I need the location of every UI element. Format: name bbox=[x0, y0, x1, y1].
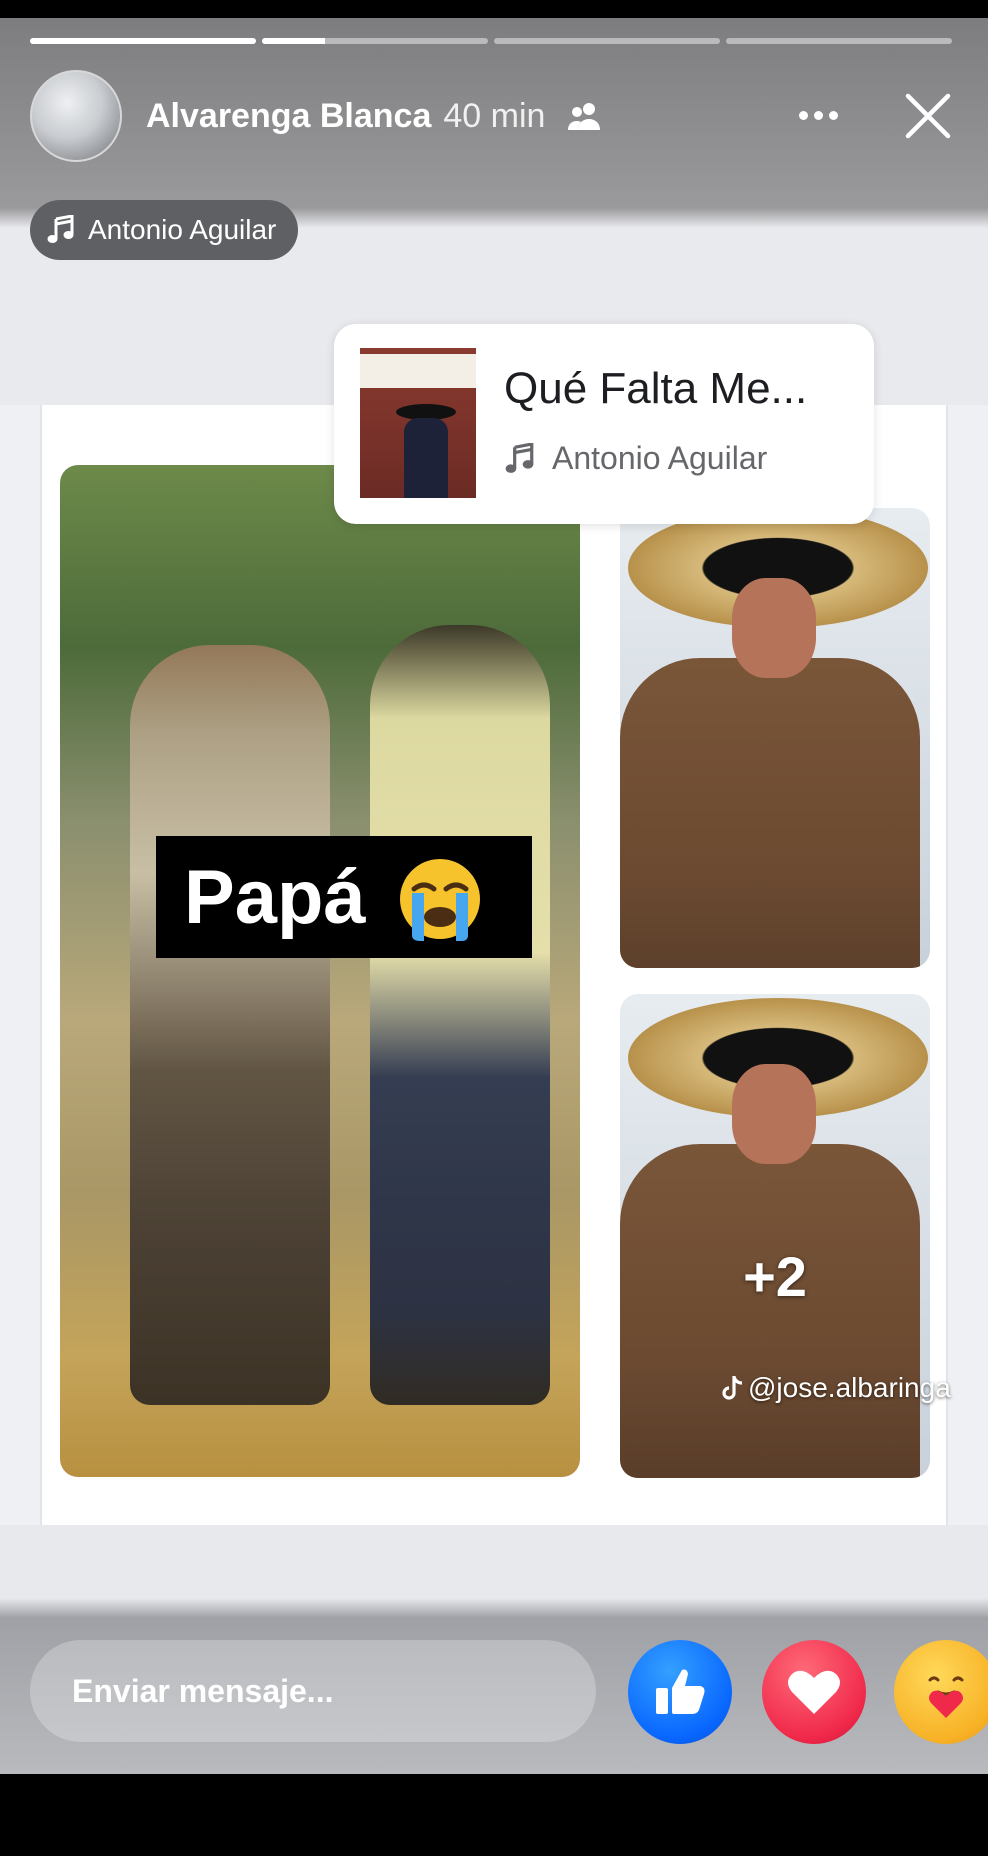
side-photo[interactable]: +2 bbox=[620, 994, 930, 1478]
music-chip-label: Antonio Aguilar bbox=[88, 214, 277, 245]
post-margin-right bbox=[946, 405, 988, 1525]
song-artist: Antonio Aguilar bbox=[504, 440, 767, 477]
album-art-strip bbox=[360, 354, 476, 388]
like-reaction-button[interactable] bbox=[628, 1640, 732, 1744]
like-icon bbox=[656, 1669, 705, 1714]
progress-fill bbox=[262, 38, 326, 44]
crying-face-icon bbox=[399, 859, 480, 941]
time-ago: 40 min bbox=[443, 96, 546, 135]
album-art-figure bbox=[404, 418, 448, 498]
story-header: Alvarenga Blanca 40 min bbox=[30, 68, 960, 164]
more-photos-count: +2 bbox=[743, 1245, 807, 1308]
care-reaction-button[interactable] bbox=[894, 1640, 988, 1744]
song-title: Qué Falta Me... bbox=[504, 364, 808, 413]
album-art bbox=[360, 348, 476, 498]
side-photo[interactable] bbox=[620, 508, 930, 968]
song-sticker[interactable]: Qué Falta Me... Antonio Aguilar bbox=[334, 324, 874, 524]
close-icon[interactable] bbox=[900, 88, 956, 144]
music-note-icon bbox=[47, 215, 74, 243]
message-input[interactable]: Enviar mensaje... bbox=[30, 1640, 596, 1742]
progress-segment bbox=[726, 38, 952, 44]
progress-fill bbox=[30, 38, 256, 44]
photo-figure bbox=[620, 658, 920, 968]
photo-figure bbox=[620, 1144, 920, 1478]
song-artist-name: Antonio Aguilar bbox=[552, 440, 768, 476]
photo-figure bbox=[130, 645, 330, 1405]
caption-text: Papá bbox=[184, 854, 366, 940]
music-chip[interactable]: Antonio Aguilar bbox=[30, 200, 299, 260]
watermark-text: @jose.albaringa bbox=[748, 1372, 951, 1403]
progress-segment bbox=[262, 38, 488, 44]
post-margin-left bbox=[0, 405, 42, 1525]
more-dots-icon[interactable] bbox=[788, 90, 848, 140]
progress-segment bbox=[30, 38, 256, 44]
watermark: @jose.albaringa bbox=[722, 1372, 951, 1404]
friends-icon bbox=[568, 103, 601, 130]
music-note-icon bbox=[505, 442, 534, 473]
progress-segment bbox=[494, 38, 720, 44]
love-icon bbox=[788, 1670, 840, 1714]
avatar[interactable] bbox=[30, 70, 122, 162]
main-photo[interactable] bbox=[60, 465, 580, 1477]
dot bbox=[798, 110, 808, 120]
dot bbox=[813, 110, 823, 120]
photo-figure bbox=[370, 625, 550, 1405]
love-reaction-button[interactable] bbox=[762, 1640, 866, 1744]
dot bbox=[828, 110, 838, 120]
caption-label: Papá bbox=[156, 836, 532, 958]
story-progress bbox=[30, 38, 952, 44]
username[interactable]: Alvarenga Blanca bbox=[146, 97, 431, 136]
care-icon bbox=[928, 1676, 964, 1718]
photo-face bbox=[732, 578, 816, 678]
photo-face bbox=[732, 1064, 816, 1164]
tiktok-icon bbox=[722, 1376, 743, 1400]
